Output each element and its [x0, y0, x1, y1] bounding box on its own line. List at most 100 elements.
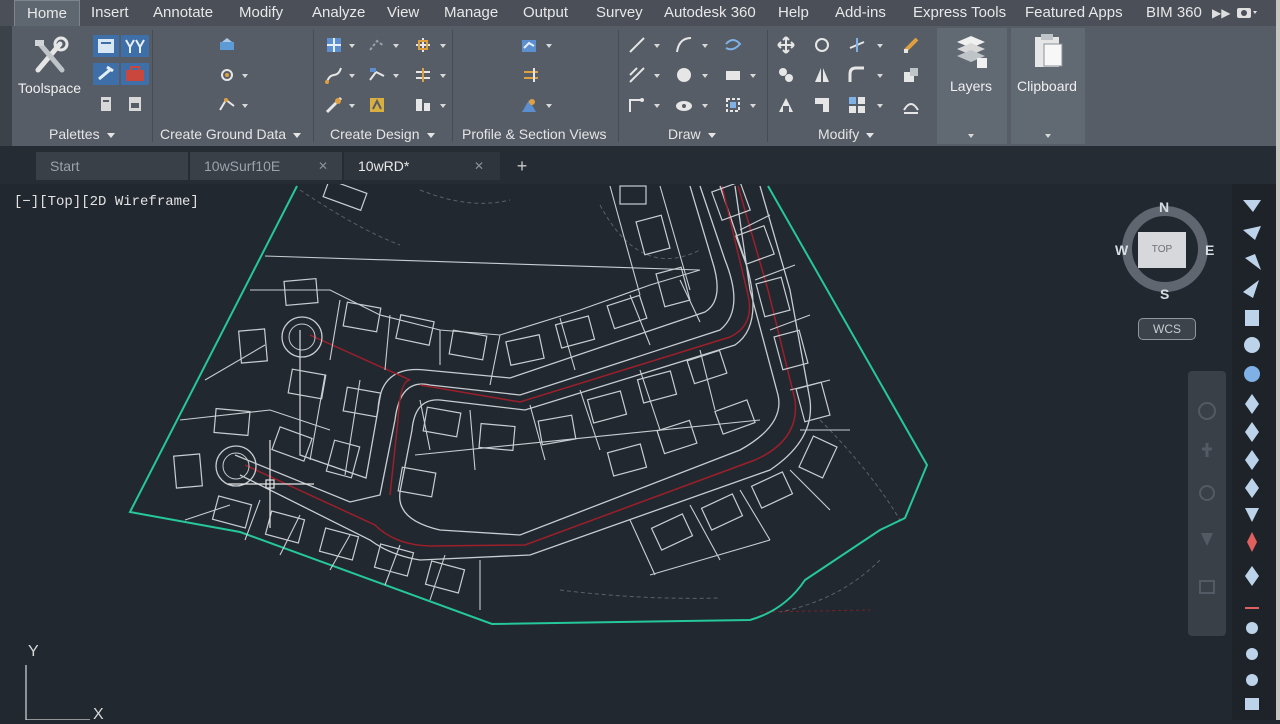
copy-icon[interactable] [777, 66, 795, 84]
navigation-bar[interactable] [1188, 371, 1226, 636]
profile-view-caret[interactable] [546, 44, 552, 48]
tab-10wrd[interactable]: 10wRD* ✕ [344, 152, 500, 180]
more-tabs-icon[interactable]: ▶▶ [1212, 0, 1230, 26]
construction-line-caret[interactable] [654, 74, 660, 78]
profile-icon[interactable] [368, 66, 386, 84]
panorama-icon[interactable] [97, 95, 115, 113]
tab-start[interactable]: Start [36, 152, 188, 180]
toolspace-icon[interactable] [30, 36, 72, 76]
menu-annotate[interactable]: Annotate [153, 0, 213, 26]
mirror-icon[interactable] [813, 66, 831, 84]
panel-title-create-ground-data[interactable]: Create Ground Data [160, 126, 302, 142]
menu-manage[interactable]: Manage [444, 0, 498, 26]
assembly-icon[interactable] [368, 96, 386, 114]
panel-title-palettes[interactable]: Palettes [49, 126, 115, 142]
alignment-icon[interactable] [325, 66, 343, 84]
menu-add-ins[interactable]: Add-ins [835, 0, 886, 26]
viewcube-north[interactable]: N [1159, 199, 1169, 215]
parcel-icon[interactable] [325, 36, 343, 54]
menu-view[interactable]: View [387, 0, 419, 26]
sample-lines-icon[interactable] [522, 66, 540, 84]
line-caret[interactable] [654, 44, 660, 48]
rectangle-caret[interactable] [750, 74, 756, 78]
prospector-icon[interactable] [93, 35, 119, 57]
points-icon[interactable] [218, 36, 236, 54]
corridor-caret[interactable] [440, 74, 446, 78]
corridor-icon[interactable] [414, 66, 432, 84]
trim-caret[interactable] [877, 44, 883, 48]
explode-icon[interactable] [902, 66, 920, 84]
profile-caret[interactable] [393, 74, 399, 78]
intersection-caret[interactable] [349, 104, 355, 108]
feature-line-icon[interactable] [368, 36, 386, 54]
line-icon[interactable] [628, 36, 646, 54]
pipe-network-caret[interactable] [440, 104, 446, 108]
wcs-menu-button[interactable]: WCS [1138, 318, 1196, 340]
array-caret[interactable] [877, 104, 883, 108]
panel-title-create-design[interactable]: Create Design [330, 126, 435, 142]
grading-caret[interactable] [440, 44, 446, 48]
menu-survey[interactable]: Survey [596, 0, 643, 26]
rectangle-icon[interactable] [724, 66, 742, 84]
menu-modify[interactable]: Modify [239, 0, 283, 26]
traverse-caret[interactable] [242, 104, 248, 108]
circle-icon[interactable] [675, 66, 693, 84]
region-icon[interactable] [724, 96, 742, 114]
region-caret[interactable] [750, 104, 756, 108]
menu-express-tools[interactable]: Express Tools [913, 0, 1006, 26]
erase-icon[interactable] [902, 36, 920, 54]
parcel-caret[interactable] [349, 44, 355, 48]
scale-icon[interactable] [813, 96, 831, 114]
layers-caret[interactable] [968, 134, 974, 138]
trim-icon[interactable] [848, 36, 866, 54]
properties-icon[interactable] [93, 63, 119, 85]
intersection-icon[interactable] [325, 96, 343, 114]
menu-bim-360[interactable]: BIM 360 [1146, 0, 1202, 26]
move-icon[interactable] [777, 36, 795, 54]
menu-insert[interactable]: Insert [91, 0, 129, 26]
spline-caret[interactable] [654, 104, 660, 108]
menu-autodesk-360[interactable]: Autodesk 360 [664, 0, 756, 26]
layers-icon[interactable] [953, 32, 989, 70]
panel-title-draw[interactable]: Draw [668, 126, 716, 142]
construction-line-icon[interactable] [628, 66, 646, 84]
rotate-icon[interactable] [813, 36, 831, 54]
tab-10wsurf10e[interactable]: 10wSurf10E ✕ [190, 152, 342, 180]
menu-output[interactable]: Output [523, 0, 568, 26]
clipboard-icon[interactable] [1031, 32, 1065, 70]
navigation-tools-icon[interactable] [1196, 401, 1218, 601]
close-icon[interactable]: ✕ [318, 152, 328, 180]
grading-icon[interactable] [414, 36, 432, 54]
layers-button[interactable]: Layers [950, 78, 992, 94]
section-views-icon[interactable] [520, 96, 538, 114]
feature-line-caret[interactable] [393, 44, 399, 48]
design-center-icon[interactable] [126, 95, 144, 113]
arc-icon[interactable] [675, 36, 693, 54]
offset-icon[interactable] [902, 96, 920, 114]
fillet-icon[interactable] [848, 66, 866, 84]
array-icon[interactable] [848, 96, 866, 114]
menu-help[interactable]: Help [778, 0, 809, 26]
polyline-icon[interactable] [724, 36, 742, 54]
circle-caret[interactable] [702, 74, 708, 78]
new-tab-button[interactable]: + [512, 156, 532, 176]
alignment-caret[interactable] [349, 74, 355, 78]
viewcube-east[interactable]: E [1205, 242, 1214, 258]
panel-title-profile-section-views[interactable]: Profile & Section Views [462, 126, 606, 142]
toolbox-icon[interactable] [121, 63, 149, 85]
stretch-icon[interactable] [777, 96, 795, 114]
ribbon-toggle-icon[interactable] [1236, 5, 1258, 21]
fillet-caret[interactable] [877, 74, 883, 78]
tool-palette-icons[interactable] [1241, 196, 1265, 716]
pipe-network-icon[interactable] [414, 96, 432, 114]
surfaces-caret[interactable] [242, 74, 248, 78]
traverse-icon[interactable] [218, 96, 236, 114]
clipboard-button[interactable]: Clipboard [1017, 78, 1077, 94]
hatch-caret[interactable] [702, 104, 708, 108]
arc-caret[interactable] [702, 44, 708, 48]
menu-featured-apps[interactable]: Featured Apps [1025, 0, 1123, 26]
toolspace-button[interactable]: Toolspace [18, 80, 81, 96]
section-views-caret[interactable] [546, 104, 552, 108]
viewcube-south[interactable]: S [1160, 286, 1169, 302]
settings-palette-icon[interactable] [121, 35, 149, 57]
